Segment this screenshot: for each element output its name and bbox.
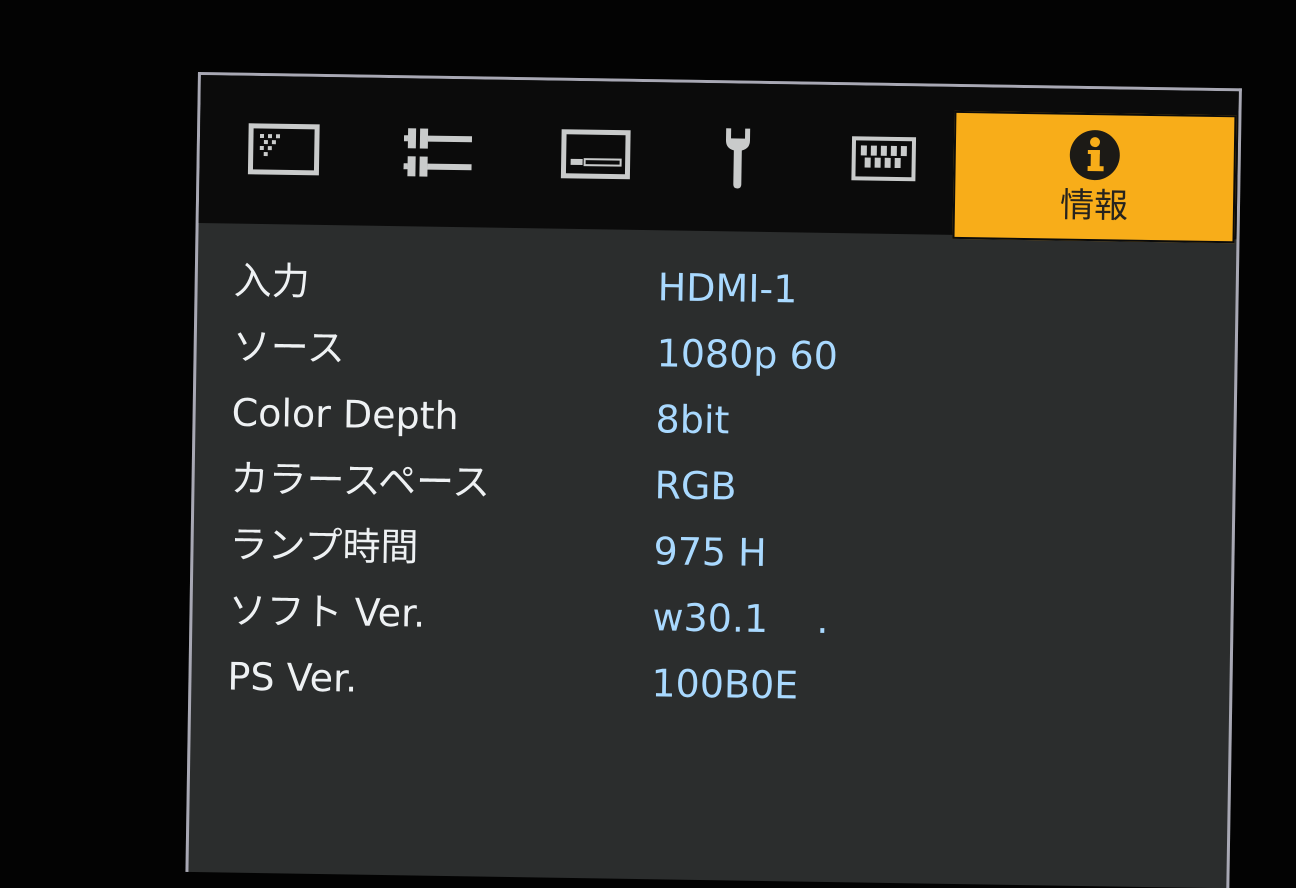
info-value: 8bit	[655, 397, 730, 443]
info-label: PS Ver.	[227, 654, 358, 701]
info-label: 入力	[233, 258, 311, 304]
info-label: Color Depth	[231, 390, 460, 439]
tab-display[interactable]	[525, 80, 667, 230]
info-label: ソフト Ver.	[228, 588, 426, 636]
picture-icon	[247, 123, 320, 178]
info-value: 100B0E	[651, 661, 799, 708]
tab-adjust[interactable]	[369, 78, 511, 228]
tab-info[interactable]: 情報	[952, 110, 1237, 244]
tab-picture[interactable]	[213, 75, 355, 225]
info-list: 入力 HDMI-1 ソース 1080p 60 Color Depth 8bit …	[227, 248, 1216, 725]
tab-keyboard[interactable]	[813, 85, 955, 235]
tab-setup[interactable]	[667, 82, 809, 232]
osd-menu-panel: 情報 入力 HDMI-1 ソース 1080p 60 Color Depth 8b…	[185, 72, 1242, 888]
keyboard-icon	[850, 135, 917, 184]
info-value: 975 H	[653, 529, 768, 575]
tab-bar: 情報	[198, 75, 1239, 244]
info-label: カラースペース	[230, 456, 491, 505]
info-icon	[1067, 128, 1122, 183]
info-row-ps-ver: PS Ver. 100B0E	[227, 644, 1210, 725]
sliders-icon	[403, 124, 476, 181]
info-value: RGB	[654, 463, 737, 509]
wrench-icon	[717, 124, 758, 191]
display-icon	[560, 129, 631, 182]
info-value: HDMI-1	[657, 265, 798, 312]
info-label: ランプ時間	[229, 522, 419, 570]
info-value: w30.1 .	[652, 595, 829, 642]
info-value: 1080p 60	[656, 331, 839, 379]
info-label: ソース	[232, 324, 346, 371]
tab-info-label: 情報	[1059, 185, 1129, 227]
